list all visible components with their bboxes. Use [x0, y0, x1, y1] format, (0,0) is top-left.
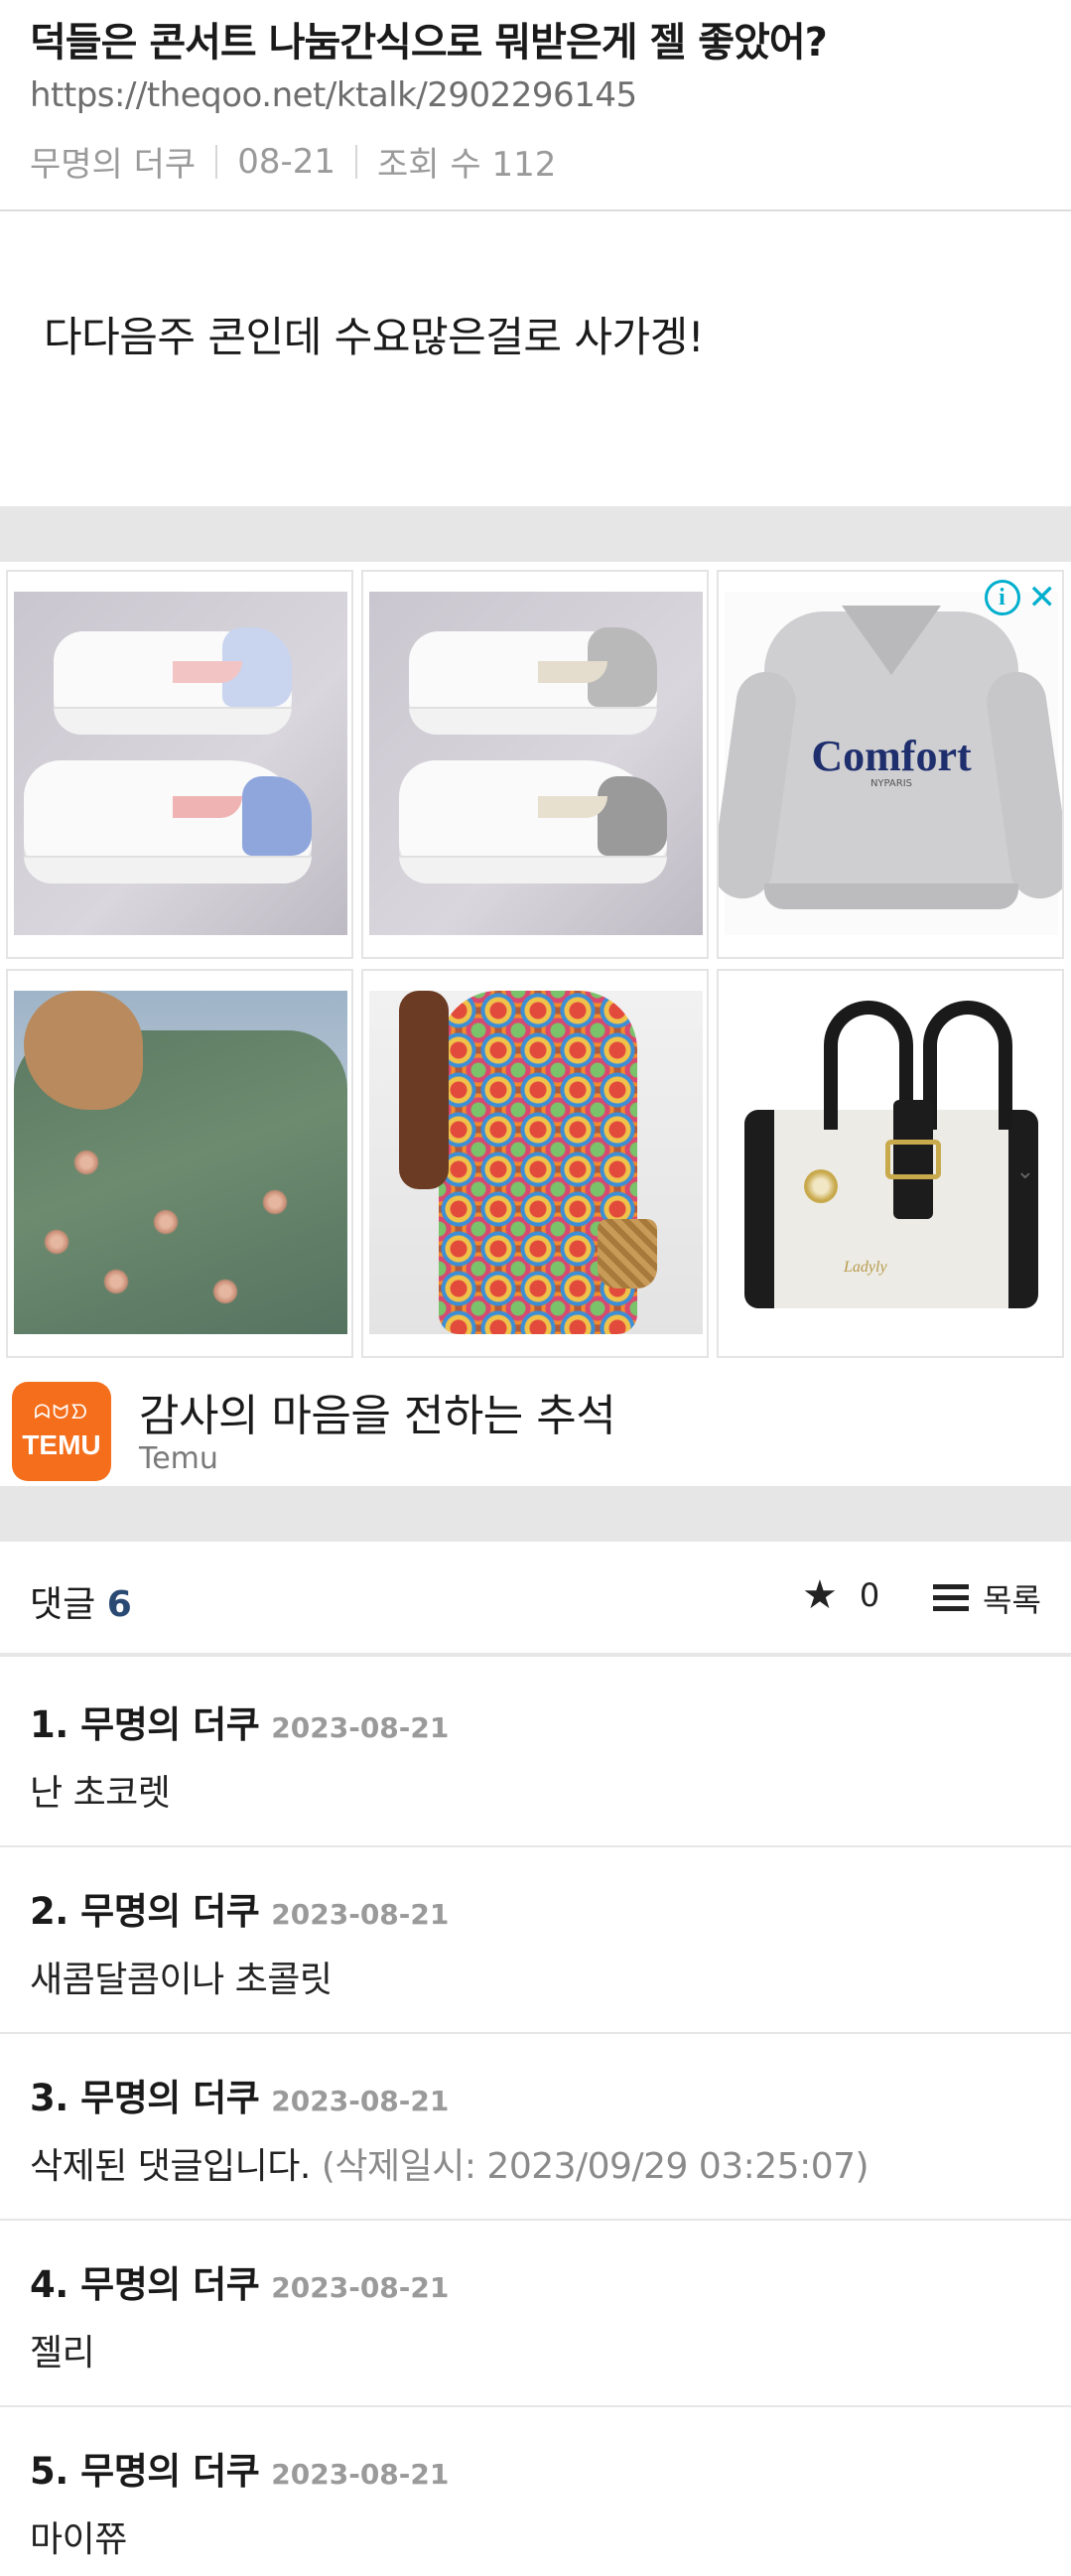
- ad-product-sweater[interactable]: Comfort NYPARIS i ✕: [717, 570, 1064, 959]
- section-divider: [0, 1486, 1071, 1542]
- meta-divider: [215, 144, 218, 179]
- post-body: 다다음주 콘인데 수요많은걸로 사가겡!: [44, 313, 705, 361]
- comment-date: 2023-08-21: [271, 2458, 450, 2491]
- star-count: 0: [859, 1576, 880, 1614]
- product-image: Comfort NYPARIS: [719, 592, 1062, 935]
- comment-author[interactable]: 4. 무명의 더쿠: [30, 2254, 260, 2308]
- ad-footer[interactable]: ᗣᗢᗤ TEMU 감사의 마음을 전하는 추석 Temu: [0, 1364, 1071, 1486]
- temu-logo-glyphs: ᗣᗢᗤ: [34, 1400, 89, 1424]
- ad-advertiser: Temu: [139, 1441, 218, 1476]
- temu-logo-wordmark: TEMU: [22, 1429, 101, 1460]
- meta-divider: [355, 144, 358, 179]
- comment-author[interactable]: 2. 무명의 더쿠: [30, 1881, 260, 1935]
- ad-product-dress[interactable]: [361, 969, 709, 1358]
- post-title: 덕들은 콘서트 나눔간식으로 뭐받은게 젤 좋았어?: [30, 20, 828, 66]
- comment-date: 2023-08-21: [271, 1711, 450, 1744]
- list-icon: [933, 1584, 969, 1612]
- ad-choices: i ✕: [984, 580, 1057, 615]
- post-header: 덕들은 콘서트 나눔간식으로 뭐받은게 젤 좋았어? https://theqo…: [0, 0, 1071, 211]
- post-url-link[interactable]: https://theqoo.net/ktalk/2902296145: [30, 75, 637, 115]
- comment-date: 2023-08-21: [271, 2271, 450, 2304]
- sweater-print-subtext: NYPARIS: [870, 778, 913, 789]
- comment-item: 1. 무명의 더쿠 2023-08-21 난 초코렛: [0, 1661, 1071, 1847]
- comments-count-label: 댓글 6: [30, 1575, 132, 1627]
- ad-product-sneakers-pink[interactable]: [6, 570, 353, 959]
- ad-product-sneakers-gray[interactable]: [361, 570, 709, 959]
- ad-banner[interactable]: Comfort NYPARIS i ✕ Ladyly ⌄ ᗣᗢᗤ TEMU 감사…: [0, 562, 1071, 1486]
- comment-author[interactable]: 3. 무명의 더쿠: [30, 2068, 260, 2121]
- comment-text: 새콤달콤이나 초콜릿: [30, 1960, 333, 2000]
- deleted-timestamp: (삭제일시: 2023/09/29 03:25:07): [321, 2146, 870, 2187]
- deleted-comment-text: 삭제된 댓글입니다.: [30, 2146, 311, 2187]
- product-image: [14, 592, 347, 935]
- post-author[interactable]: 무명의 더쿠: [30, 137, 196, 186]
- comment-item: 2. 무명의 더쿠 2023-08-21 새콤달콤이나 초콜릿: [0, 1847, 1071, 2034]
- product-image: [14, 991, 347, 1334]
- comment-text-deleted: 삭제된 댓글입니다. (삭제일시: 2023/09/29 03:25:07): [30, 2137, 870, 2189]
- comments-count: 6: [106, 1584, 132, 1625]
- list-button[interactable]: 목록: [933, 1575, 1041, 1621]
- star-button[interactable]: ★ 0: [802, 1575, 879, 1615]
- comment-date: 2023-08-21: [271, 2085, 450, 2117]
- comment-author[interactable]: 1. 무명의 더쿠: [30, 1695, 260, 1748]
- comment-item: 5. 무명의 더쿠 2023-08-21 마이쮸: [0, 2407, 1071, 2576]
- temu-logo: ᗣᗢᗤ TEMU: [12, 1382, 111, 1481]
- comment-text: 난 초코렛: [30, 1773, 171, 1814]
- comment-item: 3. 무명의 더쿠 2023-08-21 삭제된 댓글입니다. (삭제일시: 2…: [0, 2034, 1071, 2221]
- comments-header: 댓글 6 ★ 0 목록: [0, 1542, 1071, 1657]
- list-label: 목록: [983, 1581, 1041, 1619]
- info-icon[interactable]: i: [984, 580, 1020, 615]
- section-divider: [0, 506, 1071, 562]
- product-image: [369, 991, 703, 1334]
- comment-date: 2023-08-21: [271, 1898, 450, 1931]
- post-views: 조회 수 112: [377, 145, 557, 185]
- product-image: [369, 592, 703, 935]
- comment-item: 4. 무명의 더쿠 2023-08-21 젤리: [0, 2221, 1071, 2407]
- post-meta: 무명의 더쿠 08-21 조회 수 112: [30, 137, 556, 186]
- star-icon: ★: [802, 1572, 838, 1618]
- post-date: 08-21: [237, 141, 336, 182]
- comments-label-text: 댓글: [30, 1584, 96, 1625]
- ad-product-blouse[interactable]: [6, 969, 353, 1358]
- sweater-print-text: Comfort: [811, 732, 972, 780]
- comment-text: 마이쮸: [30, 2519, 127, 2560]
- comment-author[interactable]: 5. 무명의 더쿠: [30, 2441, 260, 2495]
- chevron-down-icon: ⌄: [1015, 1159, 1034, 1184]
- bag-logo-text: Ladyly: [844, 1259, 887, 1276]
- ad-product-handbag[interactable]: Ladyly ⌄: [717, 969, 1064, 1358]
- close-icon[interactable]: ✕: [1028, 581, 1057, 614]
- comment-text: 젤리: [30, 2333, 95, 2373]
- product-image: Ladyly ⌄: [725, 991, 1058, 1334]
- ad-headline[interactable]: 감사의 마음을 전하는 추석: [139, 1380, 616, 1443]
